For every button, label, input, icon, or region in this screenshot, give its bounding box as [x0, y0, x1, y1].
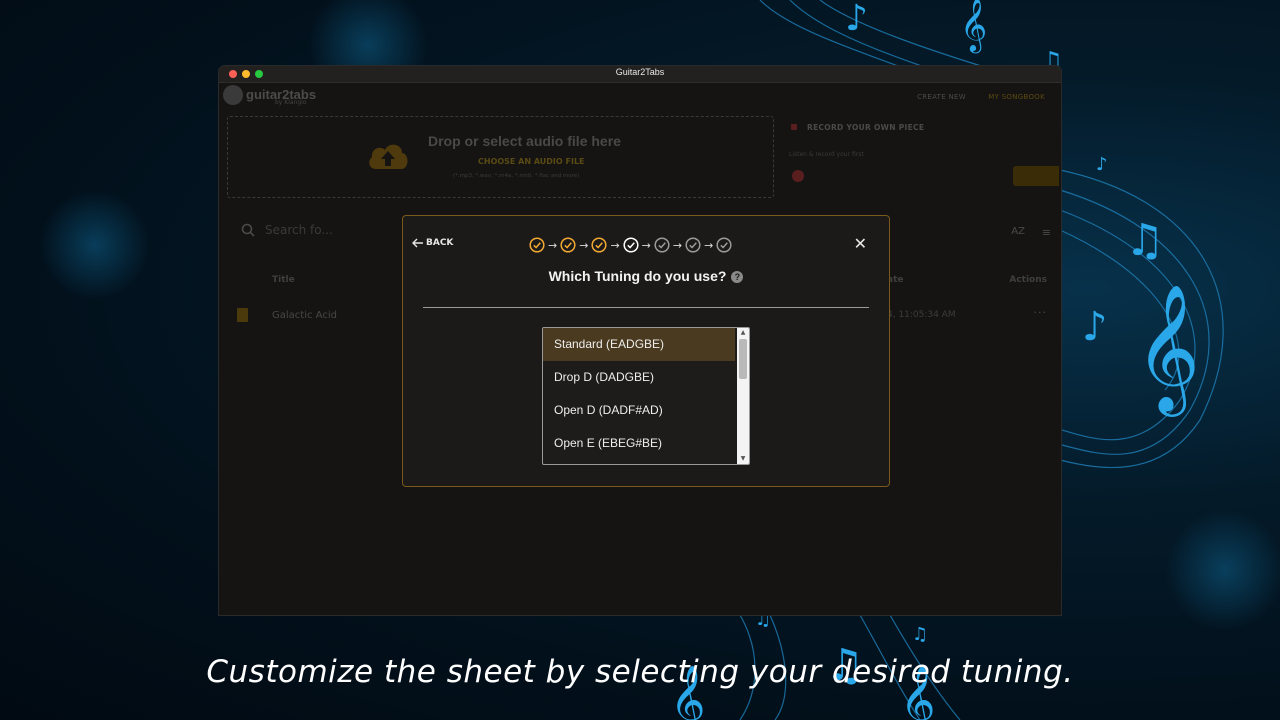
tuning-option[interactable]: Open E (EBEG#BE) [543, 427, 735, 460]
tuning-modal: BACK → → → → → → ✕ Which Tuning do you use?? … [402, 215, 890, 487]
arrow-left-icon [412, 238, 423, 248]
svg-text:𝄞: 𝄞 [1135, 283, 1200, 417]
record-button[interactable] [1013, 166, 1059, 186]
svg-text:♫: ♫ [912, 624, 928, 645]
svg-text:𝄞: 𝄞 [960, 0, 987, 53]
step-current-check-icon [623, 237, 639, 253]
step-arrow-icon: → [672, 238, 683, 252]
step-pending-check-icon [716, 237, 732, 253]
search-bar[interactable]: Search fo... [241, 223, 333, 237]
svg-text:♪: ♪ [1096, 154, 1108, 175]
step-completed-check-icon [529, 237, 545, 253]
tuning-option[interactable]: Drop D (DADGBE) [543, 361, 735, 394]
app-header: guitar2tabs by Klangio CREATE NEW MY SON… [219, 83, 1061, 113]
upload-title: Drop or select audio file here [428, 133, 621, 149]
search-icon [241, 223, 255, 237]
nav-create-new[interactable]: CREATE NEW [917, 93, 966, 101]
svg-text:♪: ♪ [845, 0, 868, 39]
step-arrow-icon: → [704, 238, 714, 252]
more-actions-icon[interactable]: ··· [1034, 306, 1048, 319]
tuning-option[interactable]: Open D (DADF#AD) [543, 394, 735, 427]
table-row-date: 4, 11:05:34 AM [887, 310, 956, 320]
step-completed-check-icon [560, 237, 576, 253]
scroll-up-arrow-icon[interactable]: ▲ [737, 328, 749, 338]
svg-text:♪: ♪ [1082, 304, 1108, 350]
progress-stepper: → → → → → → [529, 237, 732, 253]
close-icon[interactable]: ✕ [854, 234, 867, 253]
scroll-thumb[interactable] [739, 339, 747, 379]
step-arrow-icon: → [579, 238, 589, 252]
tuning-listbox[interactable]: Standard (EADGBE) Drop D (DADGBE) Open D (… [542, 327, 750, 465]
record-title: RECORD YOUR OWN PIECE [807, 123, 925, 132]
logo-subtitle: by Klangio [275, 99, 307, 106]
step-arrow-icon: → [641, 238, 651, 252]
upload-dropzone[interactable]: Drop or select audio file here CHOOSE AN… [227, 116, 774, 198]
record-dot-icon [791, 124, 797, 130]
sort-az-button[interactable]: AZ [1011, 226, 1025, 237]
search-input[interactable]: Search fo... [265, 223, 333, 237]
caption: Customize the sheet by selecting your de… [206, 654, 1074, 690]
svg-text:♫: ♫ [1125, 215, 1164, 266]
tuning-option[interactable]: Standard (EADGBE) [543, 328, 735, 361]
cloud-upload-icon [369, 144, 408, 169]
table-row-title[interactable]: Galactic Acid [272, 310, 337, 321]
back-label: BACK [426, 238, 454, 248]
divider [423, 307, 869, 308]
file-icon [237, 308, 248, 322]
microphone-icon[interactable] [791, 169, 805, 183]
upload-formats: (*.mp3, *.wav, *.m4a, *.midi, *.flac and… [453, 173, 580, 179]
guitar-logo-icon [223, 85, 243, 105]
window-titlebar: Guitar2Tabs [219, 66, 1061, 83]
column-header-title[interactable]: Title [272, 275, 295, 285]
listbox-scrollbar[interactable]: ▲ ▼ [737, 328, 749, 464]
step-pending-check-icon [654, 237, 670, 253]
question-text: Which Tuning do you use? [548, 268, 727, 284]
sort-order-icon[interactable]: ≡ [1042, 226, 1051, 239]
scroll-down-arrow-icon[interactable]: ▼ [737, 454, 749, 464]
column-header-actions: Actions [1009, 275, 1047, 285]
record-subtitle: Listen & record your first [789, 151, 864, 158]
step-arrow-icon: → [548, 238, 558, 252]
step-pending-check-icon [685, 237, 701, 253]
step-arrow-icon: → [610, 238, 620, 252]
tuning-question: Which Tuning do you use?? [403, 268, 889, 284]
back-button[interactable]: BACK [412, 238, 453, 248]
step-completed-check-icon [591, 237, 607, 253]
window-title: Guitar2Tabs [615, 67, 665, 77]
nav-my-songbook[interactable]: MY SONGBOOK [988, 93, 1045, 101]
help-icon[interactable]: ? [731, 271, 744, 283]
choose-file-link[interactable]: CHOOSE AN AUDIO FILE [478, 157, 585, 166]
